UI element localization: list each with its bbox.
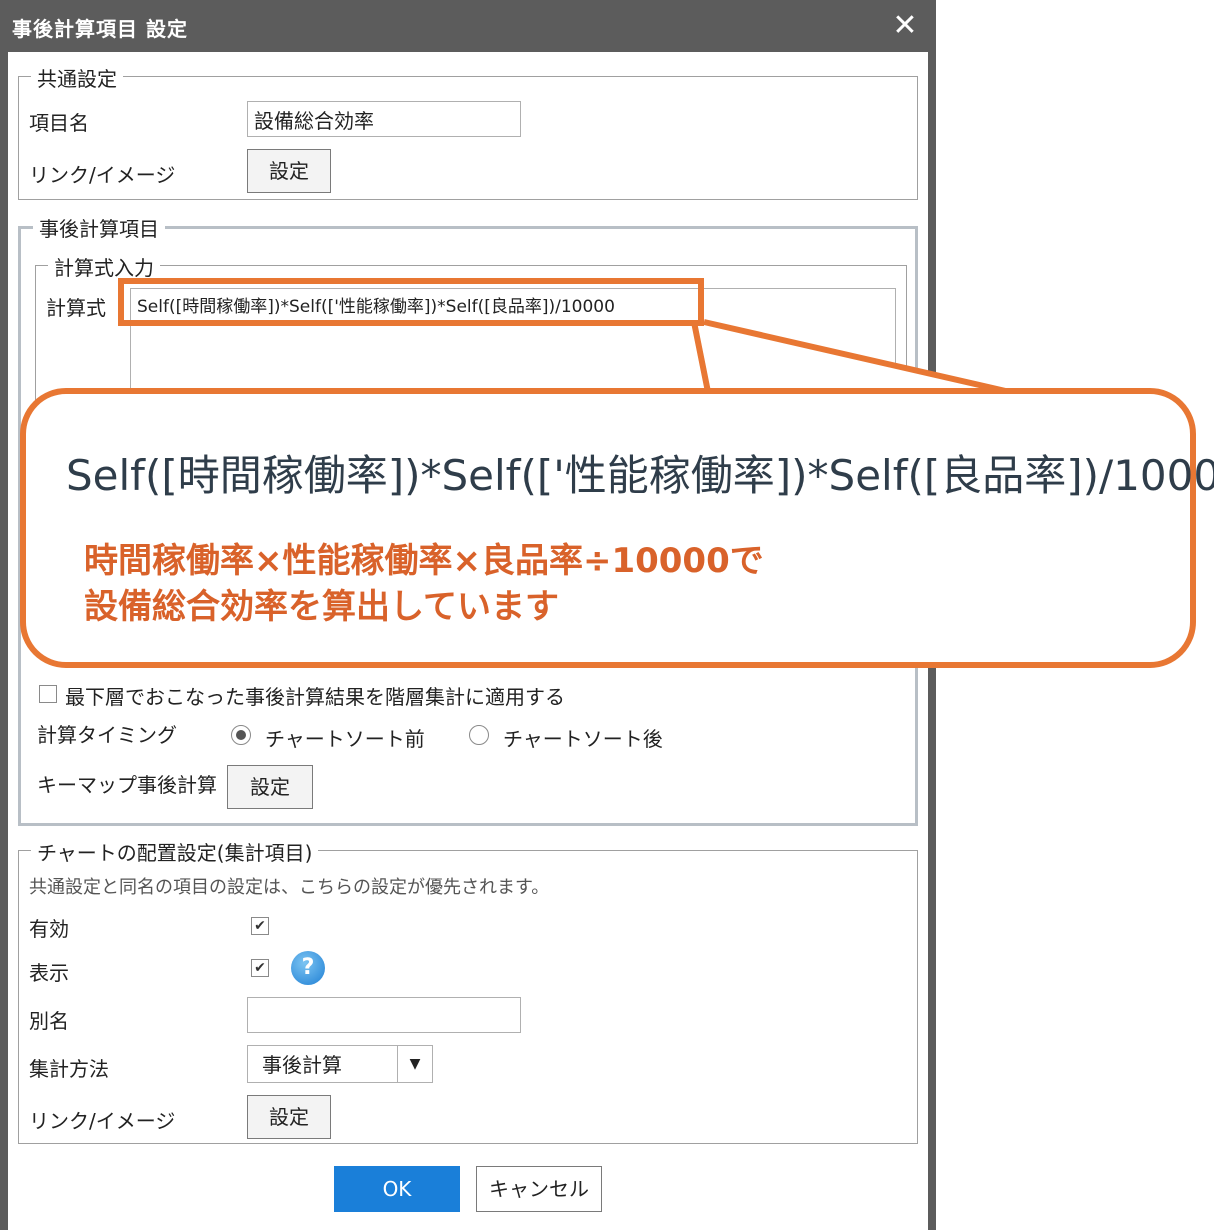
callout-desc-line2: 設備総合効率を算出しています	[84, 587, 559, 627]
callout-desc-line1: 時間稼働率×性能稼働率×良品率÷10000で	[84, 541, 764, 581]
callout-formula: Self([時間稼働率])*Self(['性能稼働率])*Self([良品率])…	[66, 451, 1214, 500]
explanation-callout: Self([時間稼働率])*Self(['性能稼働率])*Self([良品率])…	[20, 388, 1214, 668]
callout-description: 時間稼働率×性能稼働率×良品率÷10000で 設備総合効率を算出しています	[84, 538, 764, 630]
formula-highlight-box	[118, 278, 704, 326]
